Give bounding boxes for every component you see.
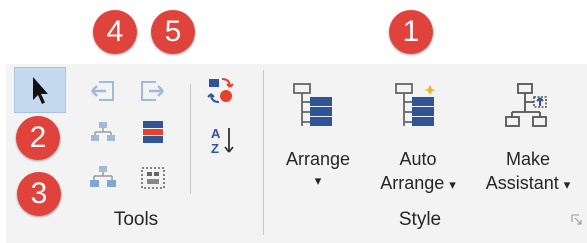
arrange-button[interactable]: Arrange ▾ xyxy=(278,74,358,204)
svg-text:A: A xyxy=(211,126,221,141)
group-separator xyxy=(263,70,264,235)
badge-4: 4 xyxy=(93,10,137,54)
auto-arrange-label-line1: Auto xyxy=(399,149,437,169)
auto-arrange-icon xyxy=(395,83,436,126)
auto-arrange-label-line2: Arrange xyxy=(380,173,445,193)
svg-text:Z: Z xyxy=(211,141,219,156)
sort-az-icon[interactable]: A Z xyxy=(209,124,237,158)
arrange-label: Arrange xyxy=(285,149,351,169)
select-hierarchy-icon[interactable] xyxy=(89,120,117,146)
badge-1: 1 xyxy=(389,10,433,54)
move-right-icon[interactable] xyxy=(138,78,166,104)
select-branch-icon[interactable] xyxy=(88,164,118,192)
make-assistant-label-line2: Assistant xyxy=(485,173,559,193)
make-assistant-icon xyxy=(505,83,547,127)
select-level-icon[interactable] xyxy=(139,118,167,146)
tools-group-label: Tools xyxy=(113,209,159,230)
arrange-caret: ▾ xyxy=(314,173,322,188)
make-assistant-caret: ▾ xyxy=(563,177,571,192)
auto-arrange-button[interactable]: Auto Arrange ▾ xyxy=(366,74,470,204)
auto-arrange-caret: ▾ xyxy=(449,177,456,192)
select-type-icon[interactable] xyxy=(138,164,168,192)
pointer-icon xyxy=(33,77,48,104)
dialog-launcher-icon[interactable] xyxy=(571,214,583,226)
pointer-button[interactable] xyxy=(14,67,66,113)
arrange-icon xyxy=(293,83,332,126)
style-group-label: Style xyxy=(398,209,442,230)
make-assistant-button[interactable]: Make Assistant ▾ xyxy=(476,74,580,204)
badge-5: 5 xyxy=(151,10,195,54)
tools-inner-separator xyxy=(190,84,191,194)
badge-3: 3 xyxy=(17,172,61,216)
make-assistant-label-line1: Make xyxy=(505,149,550,169)
swap-icon[interactable] xyxy=(206,76,238,106)
badge-2: 2 xyxy=(16,116,60,160)
move-left-icon[interactable] xyxy=(89,78,117,104)
